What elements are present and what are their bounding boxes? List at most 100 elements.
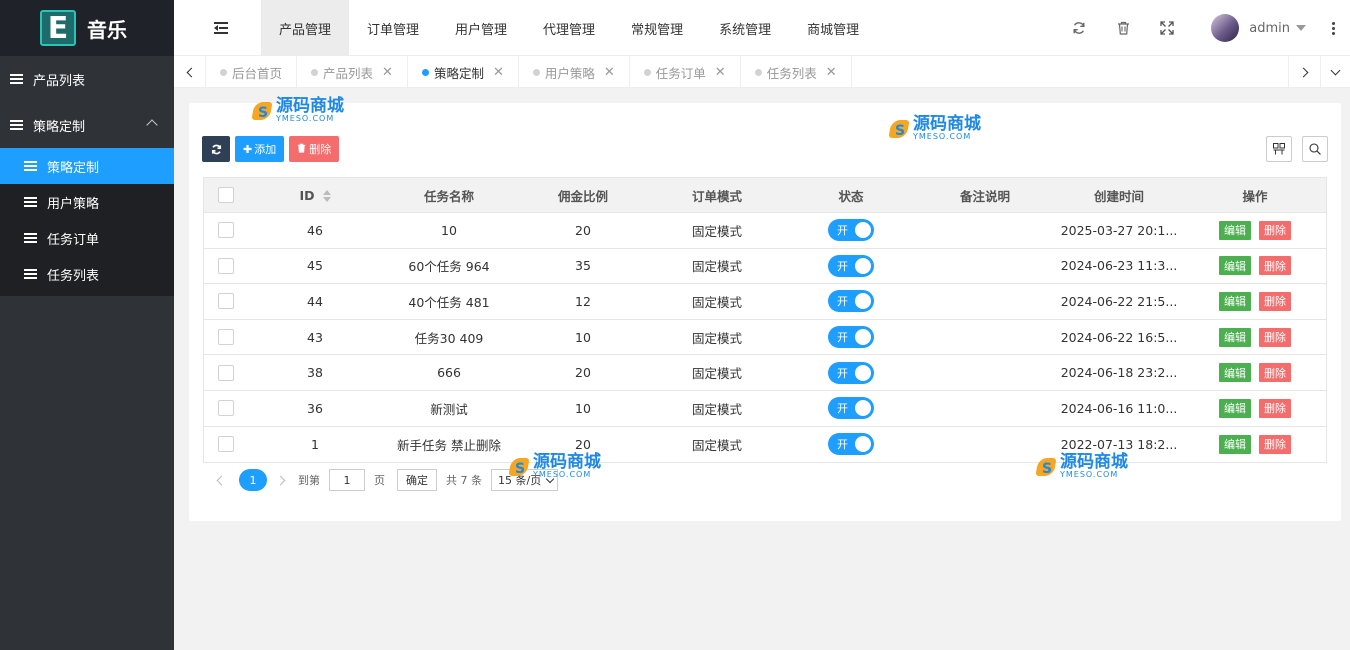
goto-page-input[interactable]: 1 [329,469,365,491]
tab-menu-dropdown[interactable] [1320,56,1350,88]
cell-name: 新测试 [430,401,468,417]
edit-button[interactable]: 编辑 [1219,220,1251,240]
row-delete-button[interactable]: 删除 [1259,291,1291,311]
row-select-cell [204,436,248,453]
row-checkbox[interactable] [218,257,234,274]
page-size-select[interactable]: 15 条/页 [491,469,559,491]
caret-down-icon[interactable] [1296,25,1306,31]
close-icon[interactable]: ✕ [493,65,504,80]
sidebar-subitem-strategy-custom[interactable]: 策略定制 [0,148,174,184]
close-icon[interactable]: ✕ [604,65,615,80]
tab-product-list[interactable]: 产品列表 ✕ [297,56,408,88]
header-time: 创建时间 [1093,188,1144,204]
fullscreen-icon[interactable] [1157,18,1177,38]
columns-button[interactable] [1266,136,1292,162]
goto-confirm-button[interactable]: 确定 [397,469,437,491]
edit-button[interactable]: 编辑 [1219,256,1251,276]
trash-icon [297,143,306,156]
tab-strategy[interactable]: 策略定制 ✕ [408,56,519,88]
row-delete-button[interactable]: 删除 [1259,434,1291,454]
add-button[interactable]: ✚ 添加 [235,136,285,162]
next-page-icon[interactable] [275,475,286,485]
row-checkbox[interactable] [218,293,234,310]
prev-page-icon[interactable] [216,475,227,485]
trash-icon[interactable] [1113,18,1133,38]
status-toggle[interactable]: 开 [828,326,874,349]
row-checkbox[interactable] [218,329,234,346]
tab-scroll-right[interactable] [1288,56,1320,88]
logo-text: 音乐 [87,17,127,42]
more-vertical-icon[interactable] [1326,21,1340,36]
edit-button[interactable]: 编辑 [1219,327,1251,347]
avatar[interactable] [1211,14,1240,42]
search-button[interactable] [1302,136,1328,162]
edit-button[interactable]: 编辑 [1219,398,1251,418]
select-all-checkbox[interactable] [218,187,234,203]
row-checkbox[interactable] [218,436,234,453]
refresh-button[interactable] [202,136,230,162]
cell-id: 1 [311,436,319,452]
close-icon[interactable]: ✕ [382,65,393,80]
refresh-icon[interactable] [1069,18,1089,38]
top-nav-users[interactable]: 用户管理 [437,0,525,56]
top-nav-general[interactable]: 常规管理 [613,0,701,56]
top-nav-system[interactable]: 系统管理 [701,0,789,56]
status-toggle[interactable]: 开 [828,433,874,456]
tab-user-strategy[interactable]: 用户策略 ✕ [519,56,630,88]
sidebar-item-product-list[interactable]: 产品列表 [0,56,174,102]
logo[interactable]: E 音乐 [0,0,174,56]
cell-name: 新手任务 禁止删除 [397,437,501,453]
sidebar-subitem-task-list[interactable]: 任务列表 [0,256,174,292]
chevron-up-icon [146,119,158,131]
header-id[interactable]: ID [248,188,382,203]
row-checkbox[interactable] [218,400,234,417]
sidebar-item-label: 产品列表 [33,73,86,89]
status-toggle[interactable]: 开 [828,254,874,277]
row-delete-button[interactable]: 删除 [1259,327,1291,347]
top-nav-agents[interactable]: 代理管理 [525,0,613,56]
sidebar-subitem-user-strategy[interactable]: 用户策略 [0,184,174,220]
row-delete-button[interactable]: 删除 [1259,256,1291,276]
edit-button[interactable]: 编辑 [1219,434,1251,454]
status-toggle[interactable]: 开 [828,361,874,384]
content-card: ✚ 添加 删除 ID 任务名称 佣金比例 订单模式 状态 备注说明 创建时间 操… [189,103,1341,521]
row-delete-button[interactable]: 删除 [1259,220,1291,240]
edit-button[interactable]: 编辑 [1219,291,1251,311]
close-icon[interactable]: ✕ [715,65,726,80]
edit-button[interactable]: 编辑 [1219,363,1251,383]
row-checkbox[interactable] [218,222,234,239]
tab-home[interactable]: 后台首页 [206,56,298,88]
tab-task-orders[interactable]: 任务订单 ✕ [630,56,741,88]
table-row: 46 10 20 固定模式 开 2025-03-27 20:1... 编辑 删除 [204,213,1326,249]
table-row: 45 60个任务 964 35 固定模式 开 2024-06-23 11:3... 编辑 删除 [204,249,1326,285]
status-toggle[interactable]: 开 [828,397,874,420]
row-select-cell [204,364,248,381]
tab-dot-icon [754,68,762,76]
user-name[interactable]: admin [1249,21,1290,36]
row-delete-button[interactable]: 删除 [1259,363,1291,383]
sidebar-subitem-task-orders[interactable]: 任务订单 [0,220,174,256]
top-header: 产品管理 订单管理 用户管理 代理管理 常规管理 系统管理 商城管理 admin [174,0,1350,56]
cell-time: 2024-06-22 21:5... [1060,293,1178,309]
row-checkbox[interactable] [218,364,234,381]
cell-state: 开 [784,254,918,277]
status-toggle[interactable]: 开 [828,219,874,242]
sidebar-item-strategy[interactable]: 策略定制 [0,102,174,148]
page-current[interactable]: 1 [239,469,267,491]
close-icon[interactable]: ✕ [826,65,837,80]
row-delete-button[interactable]: 删除 [1259,398,1291,418]
header-actions: 操作 [1242,188,1268,204]
top-nav-product[interactable]: 产品管理 [261,0,350,56]
delete-button[interactable]: 删除 [289,136,340,162]
top-nav-mall[interactable]: 商城管理 [789,0,877,56]
table-row: 44 40个任务 481 12 固定模式 开 2024-06-22 21:5... 编辑 删除 [204,284,1326,320]
tab-task-list[interactable]: 任务列表 ✕ [741,56,852,88]
status-toggle[interactable]: 开 [828,290,874,313]
sort-icon[interactable] [322,190,331,202]
tab-dot-icon [532,68,540,76]
top-nav-orders[interactable]: 订单管理 [349,0,437,56]
menu-fold-icon[interactable] [214,22,228,34]
toggle-label: 开 [837,295,848,309]
tab-scroll-left[interactable] [174,56,206,88]
logo-icon: E [40,10,76,46]
